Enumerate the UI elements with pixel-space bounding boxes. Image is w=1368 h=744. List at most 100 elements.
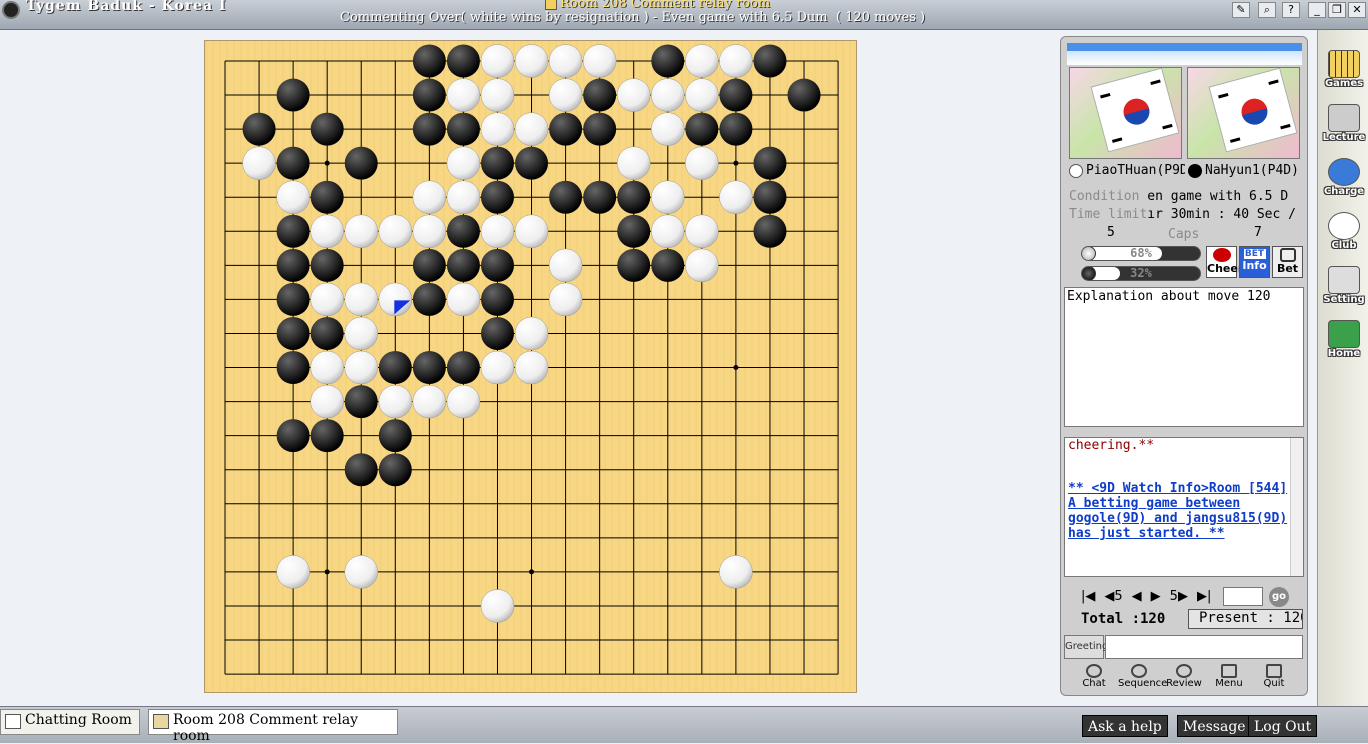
exit-icon [1266, 664, 1282, 678]
ask-help-button[interactable]: Ask a help [1082, 715, 1168, 737]
palette-icon[interactable]: ✎ [1232, 2, 1250, 18]
black-player-name[interactable]: NaHyun1(P4D) [1188, 163, 1304, 178]
message-button[interactable]: Message [1177, 715, 1252, 737]
white-player-name[interactable]: PiaoTHuan(P9D) [1069, 163, 1185, 178]
setting-button[interactable]: Setting [1322, 260, 1366, 308]
present-move: Present : 120 [1188, 609, 1303, 629]
charge-button[interactable]: Charge [1322, 152, 1366, 200]
move-navigation: |◀ ◀5 ◀ ▶ 5▶ ▶| [1081, 589, 1220, 604]
black-stone [310, 248, 344, 282]
black-stone [276, 78, 310, 112]
white-stone [514, 350, 549, 385]
chat-scrollbar[interactable] [1290, 438, 1303, 576]
white-stone [480, 350, 515, 385]
black-stone [719, 112, 753, 146]
forward5-button[interactable]: 5▶ [1170, 589, 1188, 604]
black-stone [617, 248, 651, 282]
games-label: Games [1324, 78, 1364, 89]
black-stone [276, 351, 310, 385]
cheer-label: Cheer [1207, 262, 1244, 275]
rose-icon [1212, 248, 1231, 262]
white-stone [480, 44, 515, 78]
room-icon [545, 0, 557, 10]
greeting-label[interactable]: Greeting [1064, 635, 1108, 659]
black-stone [719, 78, 753, 112]
black-player-avatar[interactable] [1187, 67, 1300, 159]
star-point [324, 160, 330, 166]
white-stone [344, 316, 378, 351]
bet-button[interactable]: Bet [1272, 246, 1303, 278]
search-icon[interactable]: ⌕ [1258, 2, 1276, 18]
logout-button[interactable]: Log Out [1248, 715, 1318, 737]
black-stone [378, 453, 412, 487]
white-stone [276, 555, 310, 589]
games-button[interactable]: Games [1322, 44, 1366, 92]
last-move-button[interactable]: ▶| [1197, 589, 1211, 604]
chat-button[interactable]: Chat [1073, 663, 1115, 693]
menu-button[interactable]: Menu [1208, 663, 1250, 693]
quit-label: Quit [1263, 678, 1285, 689]
black-stone [446, 44, 480, 78]
white-stone [412, 214, 447, 249]
tab-room-208[interactable]: Room 208 Comment relay room [148, 709, 398, 744]
board-grid[interactable] [205, 41, 858, 694]
minimize-button[interactable]: _ [1308, 2, 1326, 18]
white-stone [514, 44, 549, 78]
back-button[interactable]: ◀ [1132, 589, 1142, 604]
menu-label: Menu [1215, 678, 1243, 689]
review-button[interactable]: Review [1163, 663, 1205, 693]
chat-link[interactable]: ** <9D Watch Info>Room [544] A betting g… [1068, 481, 1289, 541]
book-icon [1221, 664, 1237, 678]
lecture-button[interactable]: Lecture [1322, 98, 1366, 146]
first-move-button[interactable]: |◀ [1081, 589, 1095, 604]
quit-button[interactable]: Quit [1253, 663, 1295, 693]
home-label: Home [1327, 348, 1361, 359]
restore-button[interactable]: ❐ [1328, 2, 1346, 18]
setting-label: Setting [1323, 294, 1365, 305]
chat-line: cheering.** [1068, 438, 1155, 453]
sequence-button[interactable]: Sequence [1118, 663, 1167, 693]
white-win-bar: 68% [1081, 246, 1201, 261]
close-button[interactable]: ✕ [1348, 2, 1366, 18]
black-stone [583, 180, 617, 214]
white-stone [651, 214, 685, 249]
info-button[interactable]: BET Info [1239, 246, 1270, 278]
tab-chatting-room[interactable]: Chatting Room [0, 709, 140, 735]
white-stone [548, 248, 583, 283]
white-stone [480, 78, 515, 112]
back5-button[interactable]: ◀5 [1104, 589, 1122, 604]
chat-log[interactable]: cheering.** ** <9D Watch Info>Room [544]… [1064, 437, 1304, 577]
board-small-icon [153, 714, 169, 729]
black-player-label: NaHyun1(P4D) [1205, 163, 1299, 178]
club-button[interactable]: Club [1322, 206, 1366, 254]
white-stone [344, 214, 378, 249]
star-point [733, 365, 739, 371]
dice-icon [1279, 248, 1296, 262]
white-stone [685, 44, 719, 78]
forward-button[interactable]: ▶ [1151, 589, 1161, 604]
white-stone [514, 316, 549, 351]
greeting-input[interactable] [1105, 635, 1303, 659]
chat-icon [1086, 664, 1102, 678]
black-stone [651, 44, 685, 78]
white-stone [378, 384, 413, 419]
move-number-input[interactable] [1223, 587, 1263, 606]
help-icon[interactable]: ? [1282, 2, 1300, 18]
white-stone [480, 112, 515, 146]
black-stone [549, 180, 583, 214]
cheer-button[interactable]: Cheer [1206, 246, 1243, 278]
black-stone [753, 180, 787, 214]
white-stone [446, 78, 481, 112]
home-button[interactable]: Home [1322, 314, 1366, 362]
black-stone [276, 282, 310, 316]
go-board[interactable] [204, 40, 857, 693]
white-stone [616, 78, 651, 112]
go-button[interactable]: go [1269, 587, 1289, 607]
black-stone [583, 78, 617, 112]
panel-header-stripe [1067, 43, 1302, 65]
white-player-avatar[interactable] [1069, 67, 1182, 159]
black-stone [276, 214, 310, 248]
white-stone [719, 44, 753, 78]
black-stone [480, 180, 514, 214]
white-stone [446, 146, 481, 180]
